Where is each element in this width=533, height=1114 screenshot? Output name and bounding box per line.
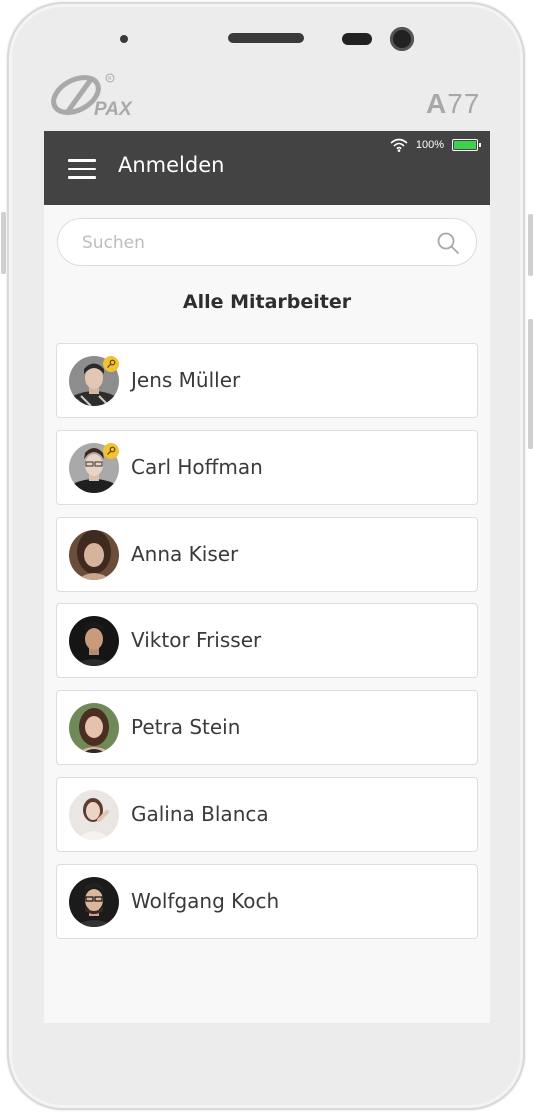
employee-name: Viktor Frisser: [131, 628, 262, 653]
search-input[interactable]: [80, 219, 424, 267]
employee-list-item[interactable]: Anna Kiser: [56, 516, 478, 592]
admin-key-icon: [103, 442, 119, 459]
device-model: A77: [426, 88, 481, 119]
employee-list: Jens Müller Carl Hoffman Anna Kiser Vikt…: [56, 343, 478, 951]
volume-button: [1, 212, 6, 274]
page-title: Anmelden: [118, 153, 225, 177]
avatar: [69, 616, 119, 667]
avatar: [69, 529, 119, 580]
admin-key-icon: [103, 356, 119, 372]
employee-name: Jens Müller: [131, 368, 241, 392]
section-title: Alle Mitarbeiter: [182, 291, 352, 313]
employee-list-item[interactable]: Viktor Frisser: [56, 603, 478, 679]
search-bar[interactable]: [57, 218, 477, 267]
screen: Anmelden 100% Alle Mitarbeiter: [44, 131, 490, 1023]
pax-logo: R PAX: [51, 73, 133, 120]
employee-name: Anna Kiser: [131, 541, 239, 566]
avatar: [69, 876, 119, 927]
battery-percentage: 100%: [415, 139, 444, 151]
battery-fill: [454, 141, 476, 149]
employee-list-item[interactable]: Jens Müller: [56, 343, 478, 418]
front-sensor-dot: [120, 35, 128, 43]
front-camera: [390, 27, 414, 51]
avatar: [69, 789, 119, 840]
avatar: [69, 703, 119, 754]
hamburger-menu-icon[interactable]: [68, 159, 96, 179]
side-button: [528, 319, 533, 449]
employee-list-item[interactable]: Petra Stein: [56, 690, 478, 766]
proximity-sensor: [342, 33, 372, 45]
search-icon[interactable]: [436, 231, 460, 255]
employee-list-item[interactable]: Wolfgang Koch: [56, 863, 478, 939]
wifi-icon: [390, 138, 408, 152]
status-bar: 100%: [390, 137, 481, 153]
employee-list-item[interactable]: Galina Blanca: [56, 776, 478, 852]
employee-name: Galina Blanca: [131, 801, 269, 826]
svg-text:R: R: [108, 76, 112, 82]
employee-name: Petra Stein: [131, 715, 241, 740]
employee-name: Carl Hoffman: [131, 454, 263, 479]
app-bar: Anmelden 100%: [44, 131, 490, 205]
employee-name: Wolfgang Koch: [131, 888, 280, 913]
earpiece-speaker: [228, 33, 304, 43]
employee-list-item[interactable]: Carl Hoffman: [56, 429, 478, 505]
battery-icon: [452, 139, 481, 151]
power-button: [528, 214, 533, 276]
svg-text:PAX: PAX: [94, 99, 133, 120]
